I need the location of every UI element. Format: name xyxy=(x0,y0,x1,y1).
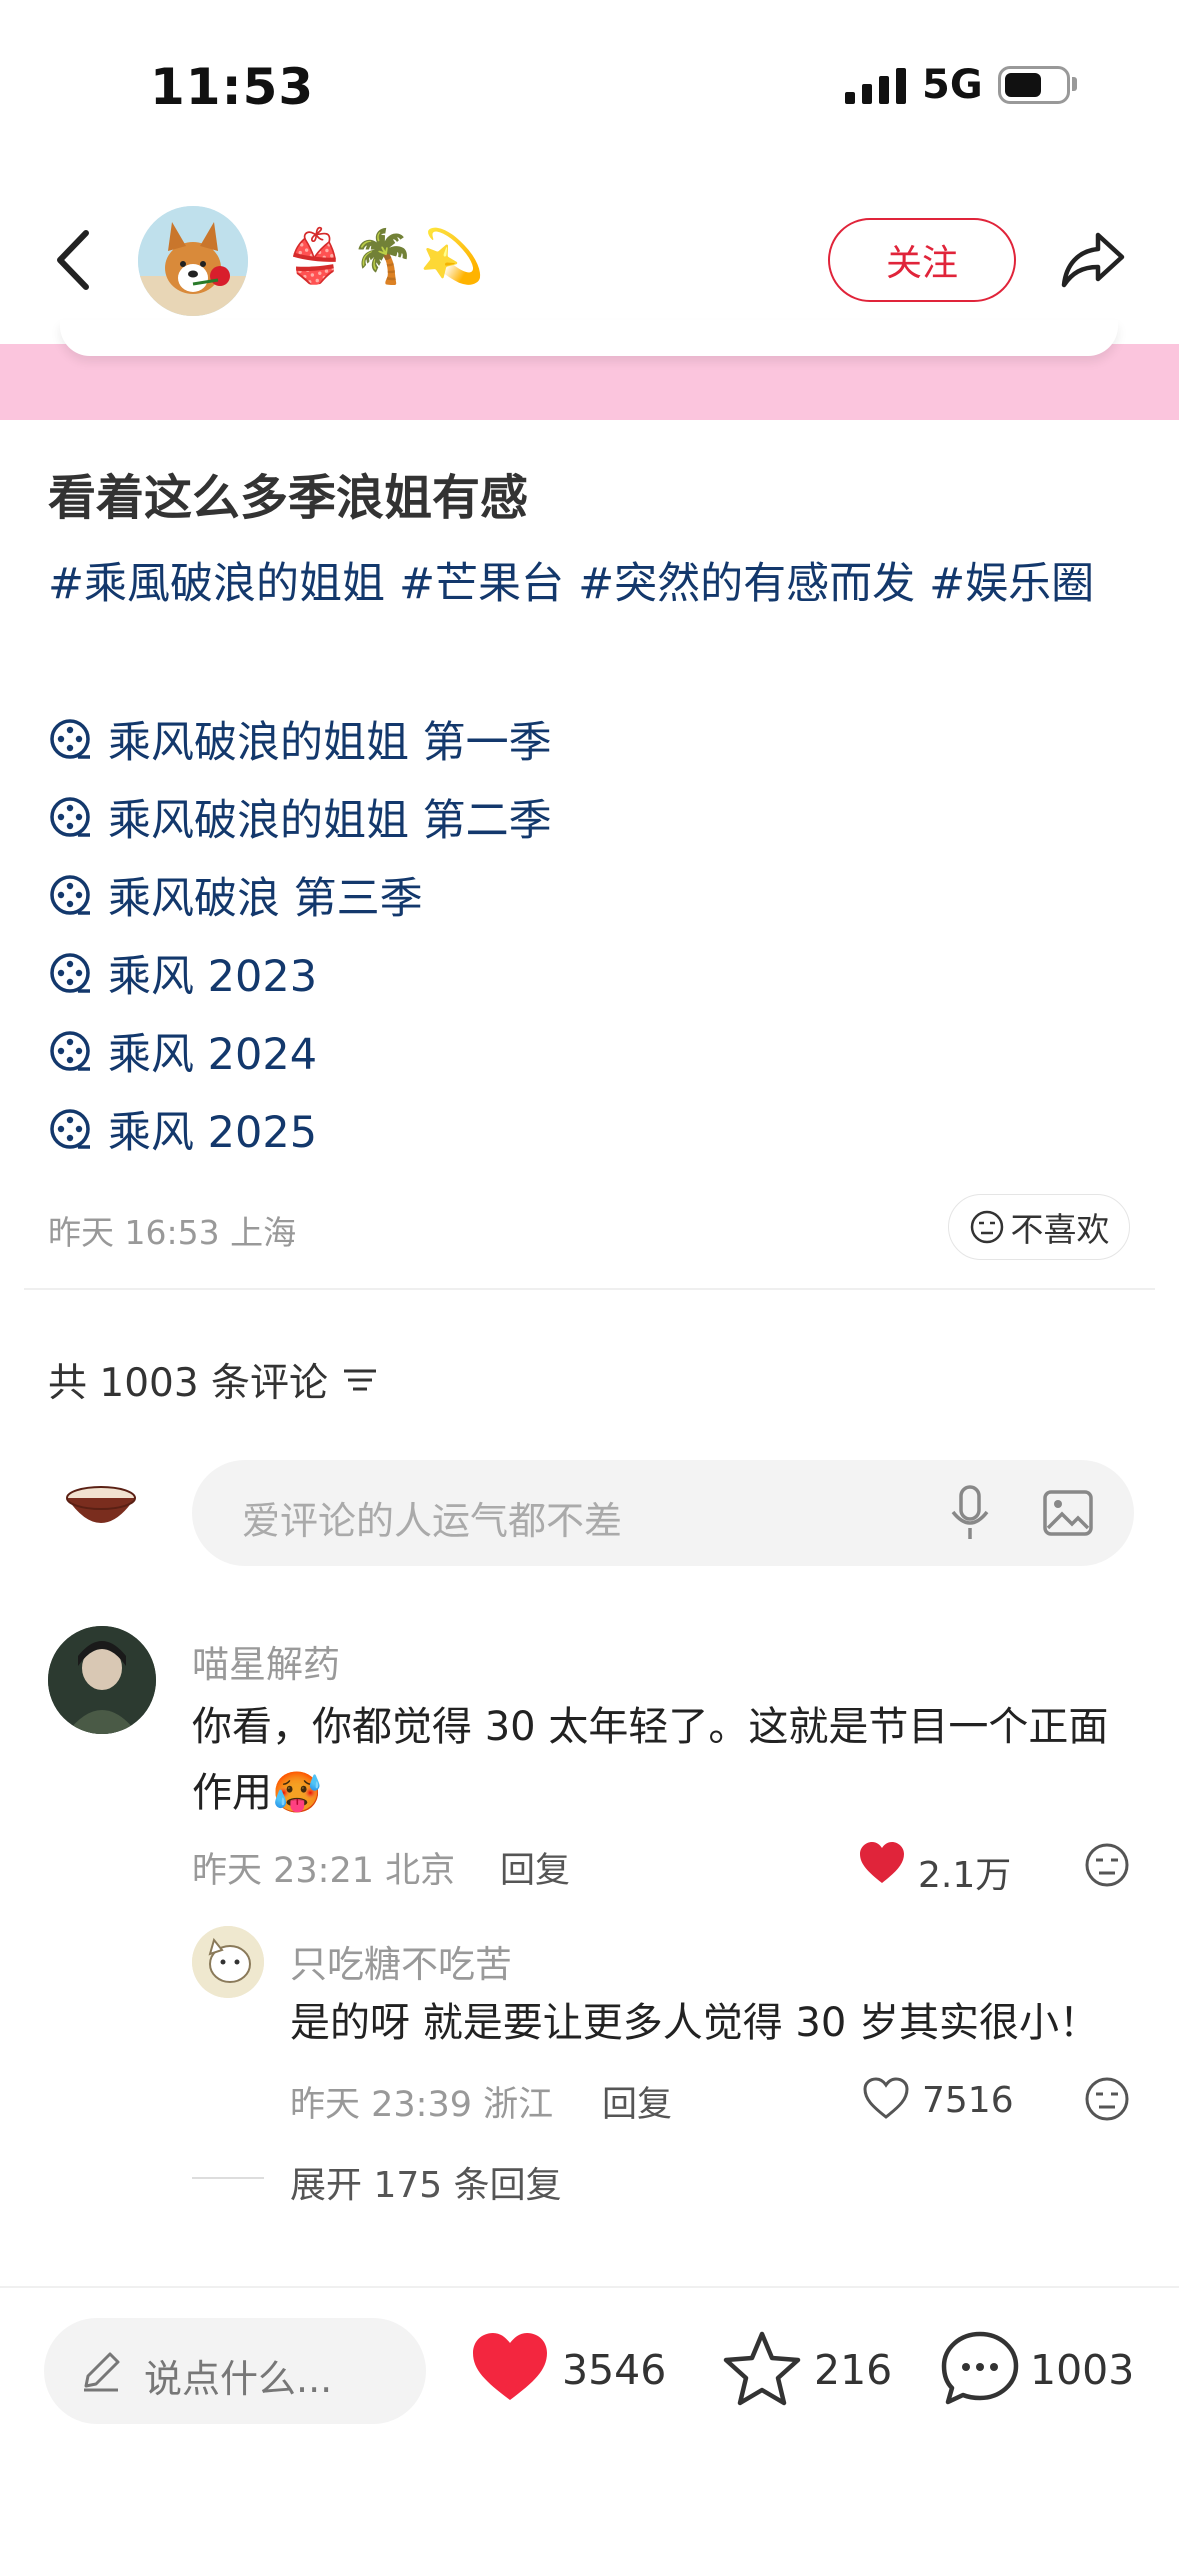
star-icon[interactable] xyxy=(722,2330,802,2406)
film-reel-icon xyxy=(50,1031,90,1071)
reply-like-count: 7516 xyxy=(922,2080,1014,2121)
post-title: 看着这么多季浪姐有感 xyxy=(48,470,529,526)
hashtag-link[interactable]: #娱乐圈 xyxy=(929,559,1094,609)
reply-meta: 昨天 23:39 浙江 xyxy=(290,2085,554,2125)
topic-link-label: 乘风 2023 xyxy=(108,952,318,1002)
topic-link[interactable]: 乘风破浪的姐姐 第二季 xyxy=(48,778,552,856)
bottom-divider xyxy=(0,2286,1179,2288)
film-reel-icon xyxy=(50,953,90,993)
post-tags: #乘風破浪的姐姐 #芒果台 #突然的有感而发 #娱乐圈 xyxy=(48,545,1138,623)
topic-link[interactable]: 乘风破浪 第三季 xyxy=(48,856,552,934)
film-reel-icon xyxy=(50,797,90,837)
follow-button[interactable]: 关注 xyxy=(828,218,1016,302)
heart-filled-icon[interactable] xyxy=(858,1840,906,1886)
post-meta: 昨天 16:53 上海 xyxy=(48,1213,297,1252)
topic-link[interactable]: 乘风破浪的姐姐 第一季 xyxy=(48,700,552,778)
sort-icon xyxy=(344,1369,377,1391)
replier-avatar-image xyxy=(192,1926,264,1998)
topic-link-label: 乘风破浪的姐姐 第一季 xyxy=(108,718,552,768)
meh-face-icon[interactable] xyxy=(1084,2076,1130,2122)
topic-link[interactable]: 乘风 2024 xyxy=(48,1012,552,1090)
battery-icon xyxy=(998,66,1070,104)
author-avatar[interactable] xyxy=(138,206,248,316)
say-something-placeholder: 说点什么... xyxy=(144,2357,333,2401)
replier-name[interactable]: 只吃糖不吃苦 xyxy=(290,1934,512,1988)
topic-links: 乘风破浪的姐姐 第一季 乘风破浪的姐姐 第二季 乘风破浪 第三季 乘风 2023… xyxy=(48,700,552,1168)
comment-text: 你看，你都觉得 30 太年轻了。这就是节目一个正面作用🥵 xyxy=(192,1704,1109,1816)
reply-button[interactable]: 回复 xyxy=(602,2076,672,2127)
status-time: 11:53 xyxy=(150,58,315,116)
topic-link-label: 乘风 2025 xyxy=(108,1108,318,1158)
meh-face-icon[interactable] xyxy=(1084,1842,1130,1888)
comment-meta: 昨天 23:21 北京 xyxy=(192,1851,456,1891)
author-name[interactable]: 👙🌴💫 xyxy=(282,226,488,287)
hashtag-link[interactable]: #芒果台 xyxy=(399,559,564,609)
back-icon[interactable] xyxy=(50,225,100,295)
post-star-count: 216 xyxy=(814,2346,893,2394)
reply-text: 是的呀 就是要让更多人觉得 30 岁其实很小！ xyxy=(290,2000,1100,2046)
like-heart-icon[interactable] xyxy=(470,2330,550,2404)
user-avatar xyxy=(66,1486,136,1523)
hashtag-link[interactable]: #乘風破浪的姐姐 xyxy=(48,559,385,609)
signal-icon xyxy=(845,68,907,104)
comment-count[interactable]: 共 1003 条评论 xyxy=(48,1352,380,1408)
expand-divider xyxy=(192,2177,264,2179)
replier-avatar[interactable] xyxy=(192,1926,264,1998)
image-icon[interactable] xyxy=(1042,1488,1094,1538)
topic-link-label: 乘风破浪 第三季 xyxy=(108,874,423,924)
battery-tip xyxy=(1072,77,1077,91)
header-card-edge xyxy=(60,320,1118,356)
expand-replies-button[interactable]: 展开 175 条回复 xyxy=(290,2156,562,2208)
commenter-name[interactable]: 喵星解药 xyxy=(192,1634,340,1688)
network-type: 5G xyxy=(922,62,983,108)
meh-face-icon xyxy=(970,1210,1003,1244)
divider xyxy=(24,1288,1155,1290)
comment-input-placeholder: 爱评论的人运气都不差 xyxy=(242,1499,623,1543)
dislike-label: 不喜欢 xyxy=(1010,1210,1110,1249)
pencil-icon xyxy=(84,2352,120,2392)
post-like-count: 3546 xyxy=(562,2346,667,2394)
topic-link[interactable]: 乘风 2025 xyxy=(48,1090,552,1168)
dislike-button[interactable]: 不喜欢 xyxy=(948,1194,1130,1260)
reply-button[interactable]: 回复 xyxy=(500,1842,570,1893)
film-reel-icon xyxy=(50,875,90,915)
post-comment-count: 1003 xyxy=(1030,2346,1135,2394)
film-reel-icon xyxy=(50,719,90,759)
topic-link-label: 乘风破浪的姐姐 第二季 xyxy=(108,796,552,846)
hashtag-link[interactable]: #突然的有感而发 xyxy=(578,559,915,609)
commenter-avatar-image xyxy=(48,1626,156,1734)
microphone-icon[interactable] xyxy=(948,1484,992,1542)
commenter-avatar[interactable] xyxy=(48,1626,156,1734)
heart-outline-icon[interactable] xyxy=(862,2076,910,2120)
like-count: 2.1万 xyxy=(918,1855,1012,1896)
topic-link[interactable]: 乘风 2023 xyxy=(48,934,552,1012)
comment-count-label: 共 1003 条评论 xyxy=(48,1361,329,1406)
share-icon[interactable] xyxy=(1058,225,1128,295)
corgi-avatar-image xyxy=(138,206,248,316)
film-reel-icon xyxy=(50,1109,90,1149)
topic-link-label: 乘风 2024 xyxy=(108,1030,318,1080)
comment-bubble-icon[interactable] xyxy=(940,2330,1020,2406)
